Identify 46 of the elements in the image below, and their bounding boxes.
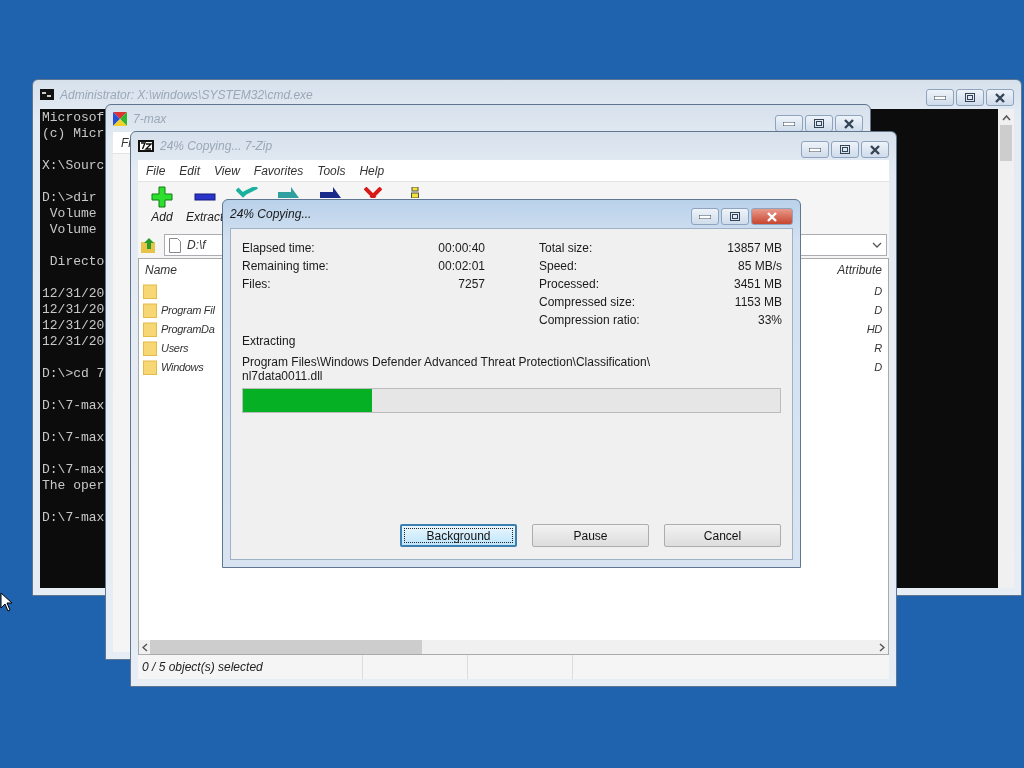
console-line: D:\7-max (42, 430, 105, 446)
console-line: Volume (48, 206, 97, 222)
console-line: X:\Sourc (42, 158, 105, 174)
console-line: The oper (42, 478, 105, 494)
window-title: 7-max (133, 111, 167, 126)
file-path: nl7data0011.dll (242, 369, 323, 383)
stat-label: Remaining time: (242, 259, 329, 273)
attribute-cell: D (874, 284, 882, 297)
stat-label: Speed: (539, 259, 578, 273)
dialog-title: 24% Copying... (230, 207, 312, 221)
stat-value: 85 MB/s (738, 259, 782, 273)
console-line: 12/31/20 (42, 318, 105, 334)
stat-label: Processed: (539, 277, 600, 291)
stat-value: 3451 MB (733, 277, 782, 291)
stat-label: Elapsed time: (242, 241, 315, 255)
console-line: D:\>cd 7 (42, 366, 105, 382)
stat-value: 1153 MB (734, 295, 782, 309)
console-line: Directo (48, 254, 105, 270)
operation-label: Extracting (242, 334, 297, 348)
attribute-cell: D (874, 360, 882, 373)
stat-label: Compression ratio: (539, 313, 640, 327)
file-path: Program Files\Windows Defender Advanced Threat Protection\Classification\ (242, 355, 650, 369)
stat-value: 00:00:40 (438, 241, 485, 255)
console-line: 12/31/20 (42, 334, 105, 350)
stat-value: 13857 MB (727, 241, 782, 255)
status-text: 0 / 5 object(s) selected (138, 655, 363, 679)
window-title: 24% Copying... 7-Zip (160, 139, 273, 153)
stat-label: Compressed size: (539, 295, 636, 309)
console-line: D:\>dir (42, 190, 97, 206)
attribute-cell: R (874, 341, 882, 354)
console-line: (c) Micr (42, 126, 105, 142)
window-title: Administrator: X:\windows\SYSTEM32\cmd.exe (60, 87, 313, 102)
attribute-cell: HD (866, 322, 882, 335)
console-line: 12/31/20 (42, 286, 105, 302)
console-line: 12/31/20 (42, 302, 105, 318)
stat-label: Files: (242, 277, 271, 291)
stat-value: 7257 (458, 277, 485, 291)
stat-value: 33% (757, 313, 782, 327)
stat-value: 00:02:01 (438, 259, 485, 273)
console-line: D:\7-max (42, 462, 105, 478)
console-line: D:\7-max (42, 398, 105, 414)
console-line: Volume (48, 222, 97, 238)
console-line: Microsof (42, 110, 105, 126)
stat-label: Total size: (539, 241, 593, 255)
console-line: D:\7-max (42, 510, 105, 526)
attribute-cell: D (874, 303, 882, 316)
